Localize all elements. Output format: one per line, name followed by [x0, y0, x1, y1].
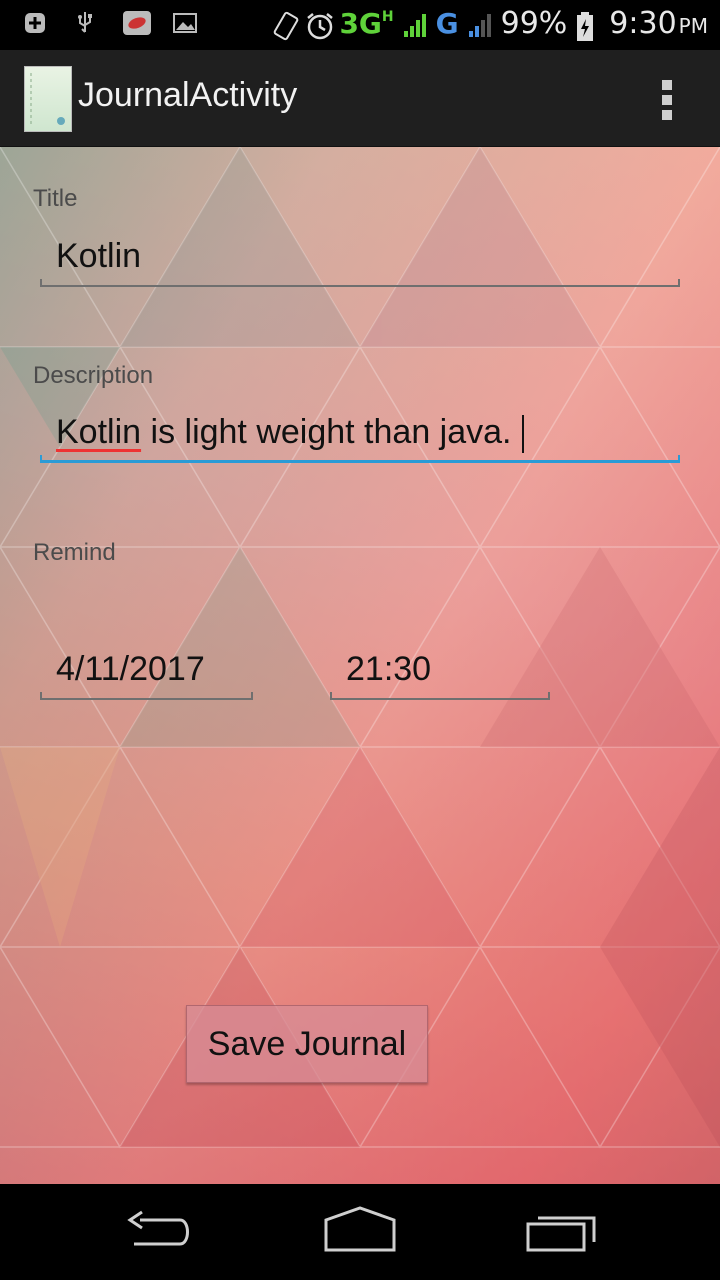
text-cursor [521, 415, 524, 454]
clock-time: 9:30 [609, 6, 677, 41]
usb-icon [72, 10, 98, 36]
overflow-menu-icon[interactable] [662, 80, 674, 120]
clock: 9:30 PM [609, 6, 708, 41]
title-input[interactable]: Kotlin [56, 237, 141, 276]
signal-strength-icon [402, 11, 428, 37]
title-label: Title [33, 185, 78, 212]
network-g-label: G [435, 7, 459, 40]
journal-form: Title Kotlin Description Kotlin is light… [0, 147, 720, 1184]
description-text-rest: is light weight than java. [141, 413, 512, 451]
time-input-underline [330, 692, 550, 700]
battery-charging-icon [575, 11, 601, 41]
app-title: JournalActivity [78, 76, 298, 114]
recents-icon[interactable] [522, 1206, 602, 1258]
clock-suffix: PM [678, 14, 708, 38]
signal-strength-2-icon [467, 11, 493, 37]
alarm-icon [305, 11, 334, 39]
save-journal-button[interactable]: Save Journal [186, 1005, 428, 1083]
description-spellcheck-word: Kotlin [56, 413, 142, 451]
app-notification-icon [122, 10, 151, 36]
home-icon[interactable] [320, 1206, 400, 1258]
description-input-underline [40, 455, 680, 463]
image-notification-icon [172, 10, 198, 36]
remind-label: Remind [33, 539, 116, 566]
title-input-underline [40, 279, 680, 287]
description-input[interactable]: Kotlin is light weight than java. [56, 413, 524, 454]
vibrate-icon [271, 11, 299, 40]
plus-notification-icon [22, 10, 48, 36]
date-input-underline [40, 692, 253, 700]
app-icon[interactable] [24, 66, 72, 132]
network-3g-label: 3G [339, 7, 382, 40]
time-input[interactable]: 21:30 [346, 650, 431, 689]
status-bar: 3G H G 99% 9:30 PM [0, 0, 720, 50]
battery-percent: 99% [500, 6, 568, 41]
back-icon[interactable] [120, 1206, 200, 1258]
action-bar: JournalActivity [0, 50, 720, 147]
date-input[interactable]: 4/11/2017 [56, 650, 205, 689]
description-label: Description [33, 362, 154, 389]
network-h-label: H [381, 8, 394, 25]
navigation-bar [0, 1184, 720, 1280]
